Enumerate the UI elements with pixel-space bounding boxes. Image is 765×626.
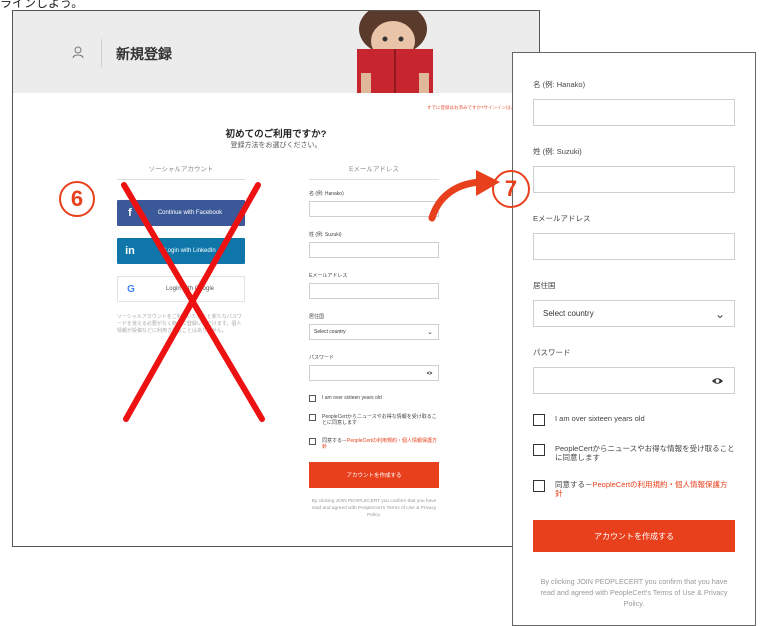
age-checkbox-row[interactable]: I am over sixteen years old <box>533 414 735 426</box>
first-name-input[interactable] <box>309 201 439 217</box>
user-icon <box>72 46 84 59</box>
first-name-label: 名 (例: Hanako) <box>533 80 586 89</box>
terms-checkbox[interactable] <box>309 438 316 445</box>
signup-header: 新規登録 <box>13 11 539 93</box>
password-label: パスワード <box>309 355 335 361</box>
terms-checkbox-row[interactable]: 同意する－PeopleCertの利用規約・個人情報保護方針 <box>533 480 735 498</box>
email-label: Eメールアドレス <box>533 214 591 223</box>
email-signup-column: Eメールアドレス 名 (例: Hanako) 姓 (例: Suzuki) Eメー… <box>309 163 439 519</box>
password-input[interactable] <box>309 365 439 381</box>
age-checkbox-row[interactable]: I am over sixteen years old <box>309 395 439 402</box>
chevron-down-icon: ⌄ <box>714 307 725 321</box>
page-title: 新規登録 <box>116 46 172 62</box>
step-badge-7: 7 <box>492 170 530 208</box>
news-checkbox[interactable] <box>309 414 316 421</box>
country-label: 居住国 <box>309 314 325 320</box>
step-badge-6: 6 <box>59 181 95 217</box>
country-select-value: Select country <box>314 329 346 335</box>
top-caption-text: ラインしよう。 <box>0 0 84 10</box>
last-name-input[interactable] <box>533 166 735 193</box>
create-account-button[interactable]: アカウントを作成する <box>309 462 439 488</box>
news-checkbox[interactable] <box>533 444 545 456</box>
age-checkbox-label: I am over sixteen years old <box>322 395 382 401</box>
news-checkbox-label: PeopleCertからニュースやお得な情報を受け取ることに同意します <box>322 414 437 426</box>
terms-checkbox-label: 同意する－PeopleCertの利用規約・個人情報保護方針 <box>322 438 439 450</box>
email-label: Eメールアドレス <box>309 273 348 279</box>
signup-heading: 初めてのご利用ですか? <box>225 129 327 140</box>
country-select-value: Select country <box>543 309 594 318</box>
top-caption-strip: ラインしよう。 <box>0 0 200 10</box>
age-checkbox-label: I am over sixteen years old <box>555 414 645 423</box>
country-label: 居住国 <box>533 281 556 290</box>
email-input[interactable] <box>533 233 735 260</box>
signup-subheading: 登録方法をお選びください。 <box>230 142 322 149</box>
terms-checkbox-row[interactable]: 同意する－PeopleCertの利用規約・個人情報保護方針 <box>309 438 439 450</box>
news-checkbox-label: PeopleCertからニュースやお得な情報を受け取ることに同意します <box>555 444 735 462</box>
left-signup-screenshot: 新規登録 すでに登録はお済みですか?サインインはこちらから 初めてのご利用ですか… <box>12 10 540 547</box>
terms-footer-note: By clicking JOIN PEOPLECERT you confirm … <box>311 499 437 518</box>
terms-checkbox-label: 同意する－PeopleCertの利用規約・個人情報保護方針 <box>555 480 735 498</box>
email-tab-title: Eメールアドレス <box>349 166 399 173</box>
chevron-down-icon: ⌄ <box>427 329 433 336</box>
last-name-input[interactable] <box>309 242 439 258</box>
news-checkbox-row[interactable]: PeopleCertからニュースやお得な情報を受け取ることに同意します <box>533 444 735 462</box>
terms-checkbox[interactable] <box>533 480 545 492</box>
right-signup-form-zoomed: 名 (例: Hanako) 姓 (例: Suzuki) Eメールアドレス 居住国… <box>512 52 756 626</box>
eye-icon[interactable] <box>426 370 433 376</box>
password-label: パスワード <box>533 348 571 357</box>
terms-prefix: 同意する－ <box>555 480 593 489</box>
social-tab-title: ソーシャルアカウント <box>148 166 214 173</box>
age-checkbox[interactable] <box>309 395 316 402</box>
first-name-label: 名 (例: Hanako) <box>309 191 344 197</box>
country-select[interactable]: Select country ⌄ <box>533 300 735 327</box>
country-select[interactable]: Select country ⌄ <box>309 324 439 340</box>
last-name-label: 姓 (例: Suzuki) <box>533 147 582 156</box>
age-checkbox[interactable] <box>533 414 545 426</box>
email-input[interactable] <box>309 283 439 299</box>
header-separator <box>101 39 102 67</box>
email-tab-divider <box>309 179 439 180</box>
header-photo-woman-reading <box>313 11 473 93</box>
red-x-icon <box>121 182 265 422</box>
create-account-button[interactable]: アカウントを作成する <box>533 520 735 552</box>
password-input[interactable] <box>533 367 735 394</box>
first-name-input[interactable] <box>533 99 735 126</box>
eye-icon[interactable] <box>711 376 724 386</box>
news-checkbox-row[interactable]: PeopleCertからニュースやお得な情報を受け取ることに同意します <box>309 414 439 426</box>
terms-footer-note: By clicking JOIN PEOPLECERT you confirm … <box>540 577 728 608</box>
last-name-label: 姓 (例: Suzuki) <box>309 232 342 238</box>
